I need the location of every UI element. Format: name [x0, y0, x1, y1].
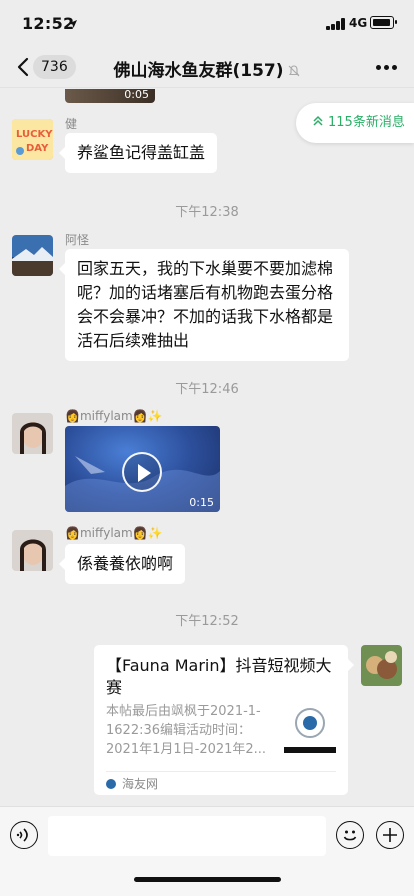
video-duration: 0:15 [189, 496, 214, 509]
more-options-icon[interactable] [376, 65, 398, 71]
new-messages-button[interactable]: 115条新消息 [296, 103, 414, 143]
avatar[interactable] [12, 413, 53, 454]
svg-text:DAY: DAY [26, 143, 49, 154]
message-bubble[interactable]: 回家五天，我的下水巢要不要加滤棉呢？加的话堵塞后有机物跑去蛋分格会不会暴冲？不加… [59, 249, 349, 361]
status-bar: 12:52 4G [0, 0, 414, 46]
voice-input-button[interactable] [10, 821, 38, 849]
play-icon[interactable] [122, 452, 162, 492]
mute-bell-icon [288, 65, 299, 77]
signal-icon [326, 18, 346, 30]
avatar[interactable] [12, 530, 53, 571]
link-card-description: 本帖最后由飒枫于2021-1-1622:36编辑活动时间：2021年1月1日-2… [106, 704, 267, 757]
location-arrow-icon [69, 20, 77, 28]
avatar[interactable] [12, 235, 53, 276]
sender-name: 健 [65, 117, 78, 131]
source-logo-icon [106, 779, 116, 789]
home-indicator [134, 877, 281, 882]
sender-name: 阿怪 [65, 233, 90, 247]
link-card-thumbnail [284, 701, 336, 753]
timestamp: 下午12:46 [175, 382, 239, 397]
voice-icon [16, 828, 28, 842]
plus-icon [383, 828, 397, 842]
video-message[interactable]: 0:15 [65, 426, 220, 512]
more-actions-button[interactable] [376, 821, 404, 849]
link-card-source: 海友网 [106, 775, 158, 792]
emoji-button[interactable] [336, 821, 364, 849]
timestamp: 下午12:38 [175, 205, 239, 220]
timestamp: 下午12:52 [175, 614, 239, 629]
chat-title: 佛山海水鱼友群(157) [113, 61, 284, 81]
input-bar [0, 806, 414, 896]
emoji-icon [343, 830, 357, 841]
chat-messages[interactable]: 0:05 LUCKY DAY 健 养鲨鱼记得盖缸盖 115条新消息 下午12:38… [0, 89, 414, 809]
status-time: 12:52 [22, 14, 75, 33]
svg-text:LUCKY: LUCKY [16, 129, 53, 140]
network-type: 4G [349, 16, 368, 30]
sender-name: 👩miffylam👩✨ [65, 409, 163, 423]
chat-header: 736 佛山海水鱼友群(157) [0, 46, 414, 88]
chat-title-wrap: 佛山海水鱼友群(157) [0, 56, 414, 81]
battery-icon [370, 16, 397, 29]
link-card-title: 【Fauna Marin】抖音短视频大赛 [106, 656, 332, 697]
card-divider [106, 771, 336, 772]
message-bubble[interactable]: 养鲨鱼记得盖缸盖 [58, 133, 218, 173]
avatar[interactable]: LUCKY DAY [12, 119, 53, 160]
video-duration: 0:05 [124, 89, 149, 101]
video-message-partial[interactable]: 0:05 [65, 89, 155, 103]
message-bubble[interactable]: 係養養依啲啊 [58, 544, 186, 584]
link-card-source-label: 海友网 [122, 777, 159, 791]
link-card[interactable]: 【Fauna Marin】抖音短视频大赛 本帖最后由飒枫于2021-1-1622… [94, 645, 354, 795]
double-chevron-up-icon [313, 115, 323, 126]
message-input[interactable] [48, 816, 326, 856]
avatar[interactable] [361, 645, 402, 686]
sender-name: 👩miffylam👩✨ [65, 526, 163, 540]
new-messages-label: 115条新消息 [328, 115, 405, 130]
